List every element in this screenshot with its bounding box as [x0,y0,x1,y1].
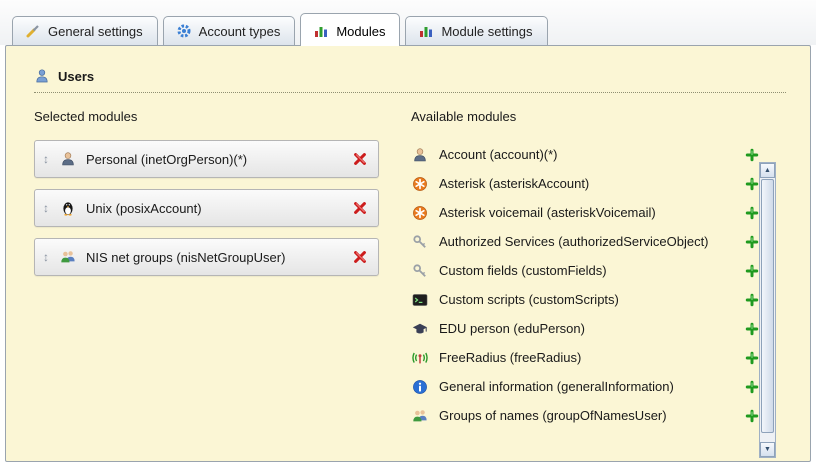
selected-module-label: NIS net groups (nisNetGroupUser) [86,250,352,265]
tab-label: Account types [199,24,281,39]
add-module-button[interactable] [745,148,759,162]
available-module-label: Custom fields (customFields) [439,263,607,278]
tab-label: General settings [48,24,143,39]
modules-panel: Users Selected modules ↕ Personal (inetO… [5,45,811,462]
module-columns: Selected modules ↕ Personal (inetOrgPers… [30,109,810,430]
tab-label: Module settings [441,24,532,39]
antenna-icon [411,350,429,366]
chart-icon [418,23,434,39]
selected-module-row: ↕ NIS net groups (nisNetGroupUser) [34,238,379,276]
available-module-label: General information (generalInformation) [439,379,674,394]
available-module-label: Authorized Services (authorizedServiceOb… [439,234,709,249]
group-icon [59,249,77,265]
add-module-button[interactable] [745,235,759,249]
user-icon [34,68,50,84]
add-module-button[interactable] [745,351,759,365]
remove-module-button[interactable] [352,200,368,216]
key-icon [411,263,429,279]
available-module-row: Asterisk (asteriskAccount) [411,169,759,198]
key-icon [411,234,429,250]
person-icon [59,151,77,167]
scrollbar-thumb[interactable] [761,179,774,433]
terminal-icon [411,292,429,308]
selected-module-row: ↕ Unix (posixAccount) [34,189,379,227]
available-module-label: Custom scripts (customScripts) [439,292,619,307]
available-module-row: Custom scripts (customScripts) [411,285,759,314]
tab-modules[interactable]: Modules [300,13,400,46]
tab-label: Modules [336,24,385,39]
group-icon [411,408,429,424]
available-module-row: General information (generalInformation) [411,372,759,401]
drag-handle-icon[interactable]: ↕ [43,250,59,264]
available-module-row: Custom fields (customFields) [411,256,759,285]
info-icon [411,379,429,395]
available-module-row: Authorized Services (authorizedServiceOb… [411,227,759,256]
selected-module-label: Personal (inetOrgPerson)(*) [86,152,352,167]
available-module-label: Groups of names (groupOfNamesUser) [439,408,667,423]
tab-bar: General settings Account types Modules M… [8,13,810,45]
add-module-button[interactable] [745,206,759,220]
penguin-icon [59,200,77,216]
graduation-icon [411,321,429,337]
available-module-row: EDU person (eduPerson) [411,314,759,343]
tab-general-settings[interactable]: General settings [12,16,158,45]
available-module-label: Asterisk voicemail (asteriskVoicemail) [439,205,656,220]
add-module-button[interactable] [745,380,759,394]
scroll-down-button[interactable]: ▼ [760,442,775,457]
available-modules-column: Available modules Account (account)(*) A… [411,109,810,430]
scrollbar[interactable]: ▲ ▼ [759,162,776,458]
tab-module-settings[interactable]: Module settings [405,16,547,45]
tab-account-types[interactable]: Account types [163,16,296,45]
available-module-label: Account (account)(*) [439,147,558,162]
section-title: Users [58,69,94,84]
selected-modules-column: Selected modules ↕ Personal (inetOrgPers… [34,109,386,430]
available-module-row: FreeRadius (freeRadius) [411,343,759,372]
available-module-row: Groups of names (groupOfNamesUser) [411,401,759,430]
scroll-up-button[interactable]: ▲ [760,163,775,178]
available-module-label: EDU person (eduPerson) [439,321,585,336]
remove-module-button[interactable] [352,151,368,167]
remove-module-button[interactable] [352,249,368,265]
available-module-row: Account (account)(*) [411,140,759,169]
wrench-icon [25,23,41,39]
selected-modules-heading: Selected modules [34,109,386,124]
selected-module-label: Unix (posixAccount) [86,201,352,216]
available-module-row: Asterisk voicemail (asteriskVoicemail) [411,198,759,227]
add-module-button[interactable] [745,322,759,336]
person-icon [411,147,429,163]
drag-handle-icon[interactable]: ↕ [43,152,59,166]
chart-icon [313,23,329,39]
tab-header: General settings Account types Modules M… [0,0,816,45]
asterisk-icon [411,176,429,192]
drag-handle-icon[interactable]: ↕ [43,201,59,215]
asterisk-icon [411,205,429,221]
add-module-button[interactable] [745,293,759,307]
available-modules-list: Account (account)(*) Asterisk (asteriskA… [411,140,810,430]
users-section-header: Users [34,68,786,93]
available-module-label: FreeRadius (freeRadius) [439,350,581,365]
add-module-button[interactable] [745,177,759,191]
add-module-button[interactable] [745,264,759,278]
add-module-button[interactable] [745,409,759,423]
available-modules-heading: Available modules [411,109,810,124]
gear-icon [176,23,192,39]
selected-module-row: ↕ Personal (inetOrgPerson)(*) [34,140,379,178]
available-module-label: Asterisk (asteriskAccount) [439,176,589,191]
